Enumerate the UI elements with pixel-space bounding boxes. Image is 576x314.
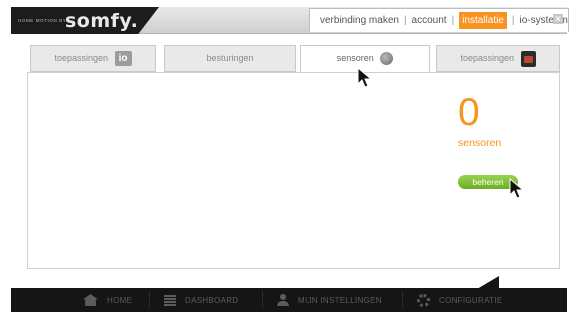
sensor-icon <box>380 52 394 66</box>
tab-io-applications[interactable]: toepassingen io <box>30 45 156 72</box>
bottom-nav-label: MIJN INSTELLINGEN <box>298 295 382 305</box>
bottom-nav-label: DASHBOARD <box>185 295 239 305</box>
home-icon <box>83 294 98 306</box>
bottom-nav-home[interactable]: HOME <box>83 288 132 312</box>
cursor-arrow-icon <box>509 178 525 199</box>
nav-separator: | <box>511 15 515 26</box>
bottom-nav-bar: HOME DASHBOARD MIJN INSTELLINGEN CONFIGU… <box>11 288 567 312</box>
cursor-arrow-icon <box>357 67 373 88</box>
sensor-count: 0 <box>458 91 480 134</box>
brand-area: HOME MOTION BY somfy. <box>11 7 159 34</box>
tab-label: sensoren <box>336 53 374 63</box>
tab-controls[interactable]: besturingen <box>164 45 296 72</box>
nav-link-account[interactable]: account <box>412 15 447 26</box>
rts-icon <box>520 50 536 67</box>
tab-rts-applications[interactable]: toepassingen <box>436 45 560 72</box>
bottom-nav-separator <box>149 292 150 308</box>
somfy-logo[interactable]: somfy. <box>65 10 138 32</box>
bottom-nav-settings[interactable]: MIJN INSTELLINGEN <box>277 288 382 312</box>
sensor-count-label: sensoren <box>458 137 502 149</box>
dashboard-icon <box>164 294 176 306</box>
nav-separator: | <box>403 15 407 26</box>
bottom-nav-separator <box>262 292 263 308</box>
top-bar: HOME MOTION BY somfy. verbinding maken |… <box>11 7 569 34</box>
brand-tagline: HOME MOTION BY <box>18 18 67 23</box>
bottom-nav-label: CONFIGURATIE <box>439 295 503 305</box>
bottom-nav-dashboard[interactable]: DASHBOARD <box>164 288 238 312</box>
close-icon[interactable]: ✕ <box>553 14 563 24</box>
bottom-nav-separator <box>402 292 403 308</box>
bottom-nav-label: HOME <box>107 295 133 305</box>
nav-separator: | <box>451 15 455 26</box>
io-icon: io <box>114 51 132 67</box>
nav-link-connect[interactable]: verbinding maken <box>320 15 399 26</box>
user-icon <box>277 294 289 306</box>
gear-icon <box>417 293 430 307</box>
sensors-panel <box>27 72 560 269</box>
top-nav: verbinding maken | account | installatie… <box>309 8 569 32</box>
tab-label: toepassingen <box>460 53 515 63</box>
bottom-nav-config[interactable]: CONFIGURATIE <box>417 288 502 312</box>
nav-link-install[interactable]: installatie <box>459 12 507 29</box>
tab-label: toepassingen <box>54 53 109 63</box>
tab-label: besturingen <box>206 53 254 63</box>
